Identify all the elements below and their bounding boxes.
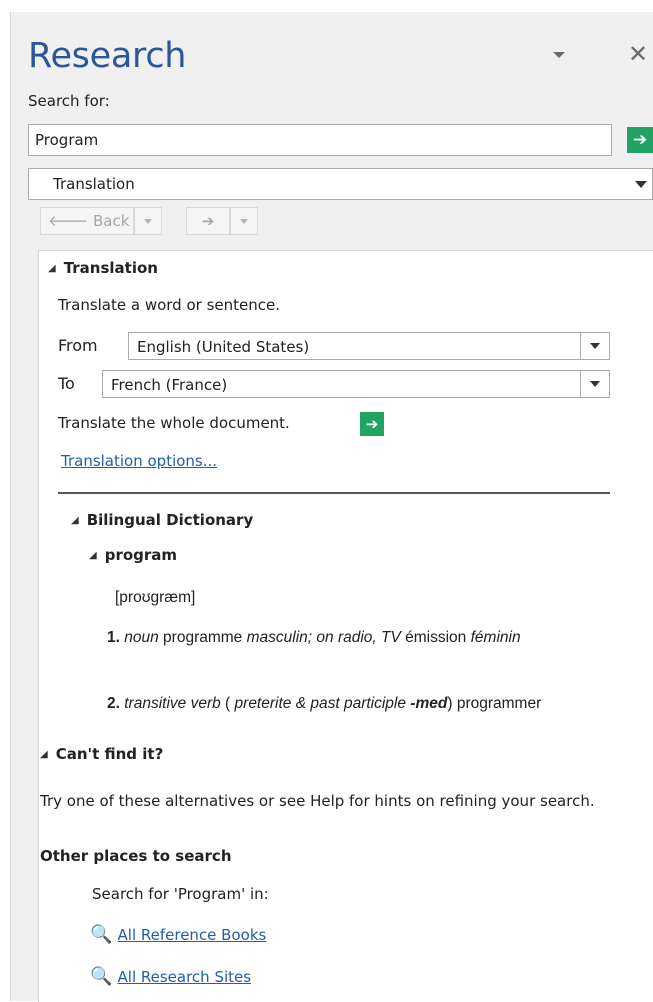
sense-2-number: 2.: [107, 695, 120, 712]
cant-find-section-header[interactable]: ◢ Can't find it?: [40, 745, 163, 763]
sense-2-suffix: -med: [410, 695, 448, 712]
collapse-triangle-icon: ◢: [89, 550, 97, 561]
translation-options-link[interactable]: Translation options...: [61, 452, 217, 470]
dictionary-section-header[interactable]: ◢ Bilingual Dictionary: [71, 511, 253, 529]
other-places-heading: Other places to search: [40, 847, 232, 865]
sense-2: 2. transitive verb ( preterite & past pa…: [107, 694, 607, 714]
dictionary-heading: Bilingual Dictionary: [86, 511, 254, 529]
alternatives-advice: Try one of these alternatives or see Hel…: [40, 792, 595, 810]
search-for-label: Search for:: [28, 92, 110, 110]
from-language-select[interactable]: English (United States): [128, 332, 610, 360]
translate-hint: Translate a word or sentence.: [58, 296, 280, 314]
sense-1-gender-2: féminin: [470, 629, 521, 646]
translation-section-header[interactable]: ◢ Translation: [48, 259, 158, 277]
translation-heading: Translation: [63, 259, 158, 277]
forward-history-dropdown[interactable]: [230, 207, 258, 235]
sense-1: 1. noun programme masculin; on radio, TV…: [107, 628, 607, 648]
collapse-triangle-icon: ◢: [40, 749, 48, 760]
arrow-left-icon: 🡐: [48, 212, 89, 230]
chevron-down-icon: [240, 219, 248, 224]
research-book-icon: 🔍: [90, 966, 113, 987]
research-sites-row[interactable]: 🔍 All Research Sites: [90, 966, 251, 987]
arrow-right-icon: ➔: [632, 130, 648, 150]
research-book-icon: 🔍: [90, 924, 113, 945]
collapse-triangle-icon: ◢: [48, 263, 56, 274]
translate-whole-doc-button[interactable]: ➔: [360, 412, 384, 436]
chevron-down-icon: [144, 219, 152, 224]
chevron-down-icon: [635, 181, 647, 188]
forward-button[interactable]: ➔: [186, 207, 230, 235]
sense-1-number: 1.: [107, 629, 120, 646]
sense-1-translation: programme: [163, 629, 243, 646]
service-select-value: Translation: [53, 175, 135, 193]
sense-1-context: ; on radio, TV: [307, 629, 401, 646]
all-research-sites-link[interactable]: All Research Sites: [118, 968, 252, 986]
sense-2-translation: programmer: [456, 695, 542, 712]
research-service-select[interactable]: Translation: [28, 168, 653, 200]
sense-2-open-paren: (: [225, 695, 231, 712]
from-label: From: [58, 336, 98, 355]
sense-2-close-paren: ): [447, 695, 453, 712]
to-language-value: French (France): [111, 376, 228, 394]
search-input[interactable]: [28, 124, 612, 156]
pane-title: Research: [28, 36, 187, 76]
close-icon[interactable]: ✕: [628, 40, 648, 68]
pane-options-dropdown-icon[interactable]: [553, 52, 565, 58]
sense-1-gender: masculin: [246, 629, 308, 646]
reference-books-row[interactable]: 🔍 All Reference Books: [90, 924, 266, 945]
arrow-right-icon: ➔: [365, 415, 379, 433]
chevron-down-icon[interactable]: [580, 371, 609, 397]
arrow-right-icon: ➔: [201, 212, 215, 230]
to-language-select[interactable]: French (France): [102, 370, 610, 398]
section-divider: [58, 492, 610, 494]
sense-1-pos: noun: [124, 629, 159, 646]
sense-2-pos: transitive verb: [124, 695, 221, 712]
pronunciation: [proʊgræm]: [115, 589, 196, 606]
to-label: To: [58, 374, 75, 393]
all-reference-books-link[interactable]: All Reference Books: [118, 926, 267, 944]
collapse-triangle-icon: ◢: [71, 515, 79, 526]
entry-header[interactable]: ◢ program: [89, 546, 177, 564]
from-language-value: English (United States): [137, 338, 310, 356]
translate-whole-doc-text: Translate the whole document.: [58, 414, 290, 432]
back-history-dropdown[interactable]: [134, 207, 162, 235]
back-label: Back: [93, 212, 130, 230]
cant-find-heading: Can't find it?: [55, 745, 164, 763]
search-in-label: Search for 'Program' in:: [92, 885, 269, 903]
back-button[interactable]: 🡐 Back: [40, 207, 134, 235]
entry-word: program: [104, 546, 178, 564]
sense-1-translation-2: émission: [405, 629, 467, 646]
sense-2-note: preterite & past participle: [234, 695, 406, 712]
start-search-button[interactable]: ➔: [627, 127, 653, 153]
chevron-down-icon[interactable]: [580, 333, 609, 359]
